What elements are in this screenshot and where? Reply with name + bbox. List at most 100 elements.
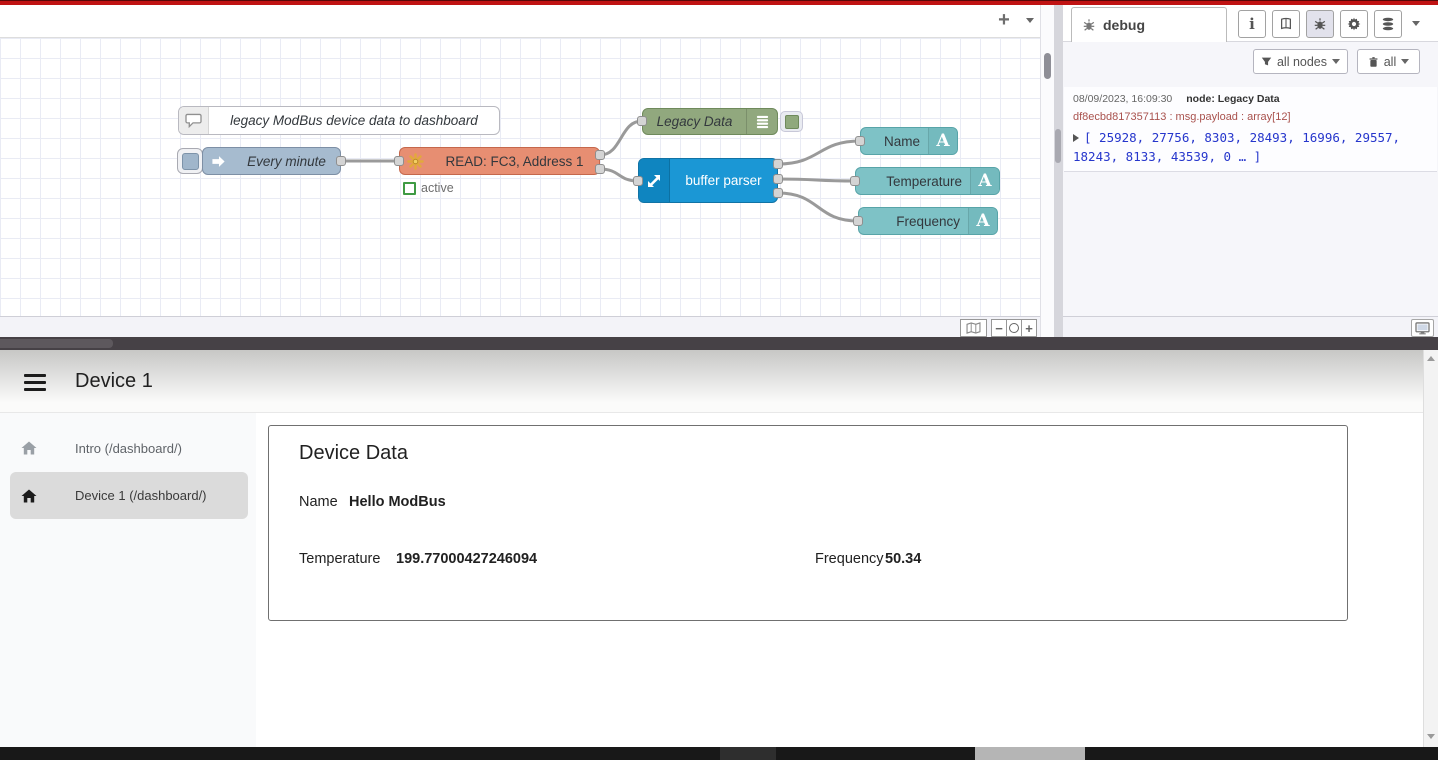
gear-icon bbox=[1347, 17, 1361, 31]
dashboard-title: Device 1 bbox=[75, 350, 153, 413]
dashboard-nav: Intro (/dashboard/) Device 1 (/dashboard… bbox=[0, 413, 256, 747]
comment-node[interactable]: legacy ModBus device data to dashboard bbox=[178, 106, 500, 135]
device-data-card: Device Data Name Hello ModBus Temperatur… bbox=[268, 425, 1348, 621]
zoom-reset-icon bbox=[1009, 323, 1019, 333]
port-buffer-output-2[interactable] bbox=[773, 174, 783, 184]
flow-list-caret-icon[interactable] bbox=[1026, 18, 1034, 23]
modbus-read-node[interactable]: READ: FC3, Address 1 bbox=[399, 147, 600, 175]
debug-source-node: node: Legacy Data bbox=[1186, 93, 1279, 105]
tab-help-button[interactable] bbox=[1272, 10, 1300, 38]
scrollbar-thumb[interactable] bbox=[975, 747, 1085, 760]
tab-context-button[interactable] bbox=[1374, 10, 1402, 38]
debug-message-meta: df8ecbd817357113 : msg.payload : array[1… bbox=[1073, 111, 1428, 123]
zoom-reset-button[interactable] bbox=[1006, 319, 1022, 337]
flow-canvas[interactable]: + legacy ModBus device data to dashboard bbox=[0, 5, 1040, 337]
divider-thumb[interactable] bbox=[1055, 129, 1061, 163]
tab-debug-button[interactable] bbox=[1306, 10, 1334, 38]
inject-node[interactable]: Every minute bbox=[202, 147, 341, 175]
field-frequency-label: Frequency bbox=[815, 551, 884, 567]
debug-payload[interactable]: [ 25928, 27756, 8303, 28493, 16996, 2955… bbox=[1073, 129, 1428, 167]
sidebar-footer bbox=[1063, 316, 1438, 337]
scroll-down-icon[interactable] bbox=[1427, 734, 1435, 739]
resize-arrows-icon bbox=[639, 159, 670, 202]
port-legacy-input[interactable] bbox=[637, 116, 647, 126]
port-buffer-output-1[interactable] bbox=[773, 159, 783, 169]
filter-caret-icon bbox=[1332, 59, 1340, 64]
debug-clear-button[interactable]: all bbox=[1357, 49, 1420, 74]
app-window: + legacy ModBus device data to dashboard bbox=[0, 0, 1438, 760]
modbus-read-node-label: READ: FC3, Address 1 bbox=[445, 154, 583, 169]
bottom-scrollbar[interactable] bbox=[0, 747, 1438, 760]
field-frequency-value: 50.34 bbox=[885, 551, 921, 567]
card-title: Device Data bbox=[299, 442, 408, 465]
debug-list-icon bbox=[746, 109, 777, 134]
menu-hamburger-icon[interactable] bbox=[24, 374, 46, 391]
buffer-parser-node[interactable]: buffer parser bbox=[638, 158, 778, 203]
debug-clear-label: all bbox=[1384, 55, 1397, 69]
sidebar-resize-divider[interactable] bbox=[1054, 5, 1063, 337]
buffer-parser-node-label: buffer parser bbox=[685, 173, 761, 188]
port-buffer-output-3[interactable] bbox=[773, 188, 783, 198]
ui-text-node-frequency[interactable]: Frequency A bbox=[858, 207, 998, 235]
zoom-in-button[interactable]: + bbox=[1021, 319, 1037, 337]
field-name-value: Hello ModBus bbox=[349, 494, 446, 510]
ui-text-node-name[interactable]: Name A bbox=[860, 127, 958, 155]
sidebar-menu-caret-icon[interactable] bbox=[1412, 21, 1420, 26]
inject-trigger-inner bbox=[182, 153, 199, 170]
scroll-up-icon[interactable] bbox=[1427, 356, 1435, 361]
debug-filter-button[interactable]: all nodes bbox=[1253, 49, 1348, 74]
scrollbar-segment bbox=[720, 747, 776, 760]
window-splitter[interactable] bbox=[0, 337, 1438, 350]
add-flow-button[interactable]: + bbox=[993, 7, 1015, 33]
database-icon bbox=[1381, 17, 1395, 31]
port-read-output-1[interactable] bbox=[595, 150, 605, 160]
port-name-input[interactable] bbox=[855, 136, 865, 146]
nav-item-label: Intro (/dashboard/) bbox=[75, 441, 182, 456]
flow-tabbar: + bbox=[0, 5, 1040, 38]
port-buffer-input[interactable] bbox=[633, 176, 643, 186]
canvas-vertical-scrollbar[interactable] bbox=[1040, 5, 1054, 337]
open-debug-window-button[interactable] bbox=[1411, 319, 1434, 337]
monitor-icon bbox=[1415, 322, 1430, 335]
port-inject-output[interactable] bbox=[336, 156, 346, 166]
canvas-footer: − + bbox=[0, 316, 1040, 337]
debug-node-label: Legacy Data bbox=[657, 114, 733, 129]
dashboard-vertical-scrollbar[interactable] bbox=[1423, 350, 1438, 747]
clear-caret-icon bbox=[1401, 59, 1409, 64]
debug-toggle-inner bbox=[785, 115, 799, 129]
zoom-out-button[interactable]: − bbox=[991, 319, 1007, 337]
debug-message[interactable]: 08/09/2023, 16:09:30 node: Legacy Data d… bbox=[1064, 87, 1437, 172]
tab-config-button[interactable] bbox=[1340, 10, 1368, 38]
field-temperature-label: Temperature bbox=[299, 551, 380, 567]
bug-icon bbox=[1313, 17, 1327, 31]
port-read-output-2[interactable] bbox=[595, 164, 605, 174]
port-frequency-input[interactable] bbox=[853, 216, 863, 226]
debug-flow-node[interactable]: Legacy Data bbox=[642, 108, 778, 135]
nav-item-intro[interactable]: Intro (/dashboard/) bbox=[0, 424, 256, 472]
info-icon: i bbox=[1249, 15, 1255, 33]
navigator-button[interactable] bbox=[960, 319, 987, 337]
port-temperature-input[interactable] bbox=[850, 176, 860, 186]
debug-message-header: 08/09/2023, 16:09:30 node: Legacy Data bbox=[1073, 93, 1428, 105]
tab-debug[interactable]: debug bbox=[1071, 7, 1227, 42]
tab-info-button[interactable]: i bbox=[1238, 10, 1266, 38]
comment-node-label: legacy ModBus device data to dashboard bbox=[230, 113, 478, 128]
inject-node-label: Every minute bbox=[247, 154, 326, 169]
field-name-label: Name bbox=[299, 494, 338, 510]
ui-text-node-temperature[interactable]: Temperature A bbox=[855, 167, 1000, 195]
splitter-thumb[interactable] bbox=[0, 339, 113, 348]
scrollbar-thumb[interactable] bbox=[1044, 53, 1051, 79]
map-icon bbox=[966, 322, 981, 334]
home-icon bbox=[20, 440, 38, 456]
nav-item-device-1[interactable]: Device 1 (/dashboard/) bbox=[0, 472, 256, 519]
inject-trigger-button[interactable] bbox=[177, 148, 203, 174]
expand-caret-icon[interactable] bbox=[1073, 134, 1079, 142]
home-icon bbox=[20, 488, 38, 504]
payload-line-2: 18243, 8133, 43539, 0 … ] bbox=[1073, 149, 1261, 164]
text-widget-icon: A bbox=[968, 208, 997, 234]
comment-icon bbox=[179, 107, 209, 134]
payload-line-1: [ 25928, 27756, 8303, 28493, 16996, 2955… bbox=[1084, 130, 1400, 145]
sidebar-tabbar: debug i bbox=[1063, 5, 1438, 42]
port-read-input[interactable] bbox=[394, 156, 404, 166]
debug-toggle-button[interactable] bbox=[780, 111, 803, 132]
